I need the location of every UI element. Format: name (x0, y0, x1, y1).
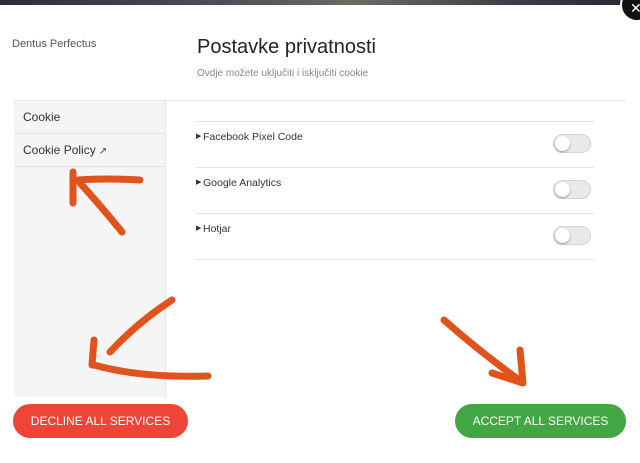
decline-all-services-button[interactable]: DECLINE ALL SERVICES (13, 404, 188, 438)
annotation-arrows (69, 168, 527, 387)
annotation-arrow-decline (88, 296, 212, 380)
annotation-arrow-accept (440, 316, 527, 387)
annotation-arrow-cookie-policy (69, 168, 144, 236)
accept-all-services-button[interactable]: ACCEPT ALL SERVICES (455, 404, 626, 438)
